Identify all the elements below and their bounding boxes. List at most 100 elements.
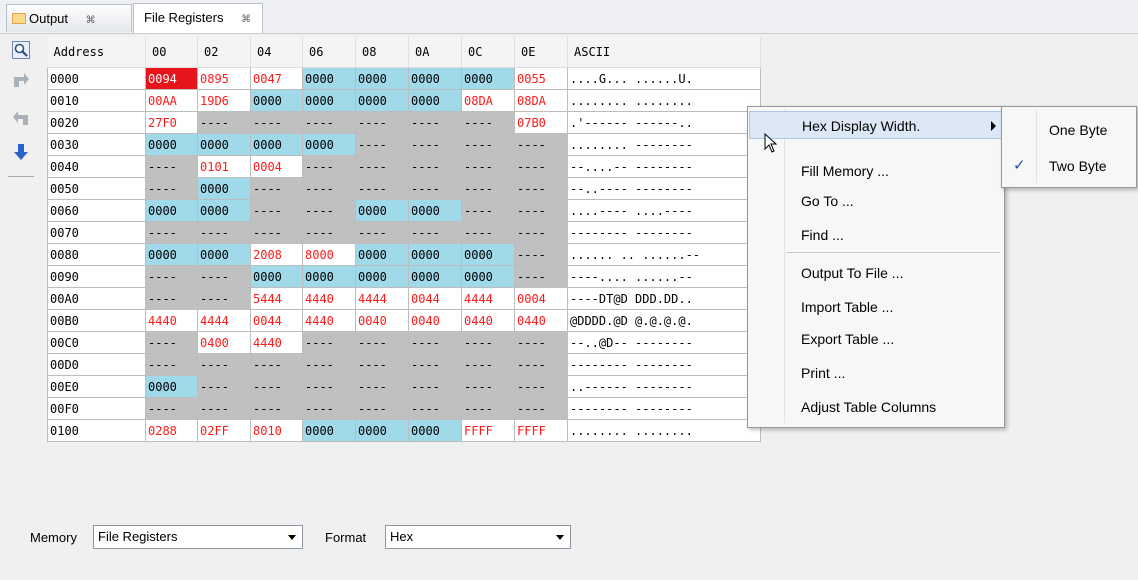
register-cell[interactable]: ---- — [514, 177, 568, 200]
step-over-icon[interactable] — [11, 108, 31, 128]
register-cell[interactable]: 0094 — [145, 67, 198, 90]
register-cell[interactable]: 8000 — [302, 243, 356, 266]
register-cell[interactable]: ---- — [302, 331, 356, 354]
register-cell[interactable]: ---- — [461, 375, 515, 398]
register-cell[interactable]: 0000 — [408, 199, 462, 222]
register-cell[interactable]: ---- — [197, 353, 251, 376]
menu-item-find[interactable]: Find ... — [749, 221, 1003, 249]
register-cell[interactable]: 8010 — [250, 419, 303, 442]
register-cell[interactable]: 4444 — [461, 287, 515, 310]
column-header-offset[interactable]: 0A — [408, 37, 462, 68]
register-cell[interactable]: ---- — [250, 111, 303, 134]
register-cell[interactable]: 0047 — [250, 67, 303, 90]
register-cell[interactable]: 0000 — [145, 375, 198, 398]
register-cell[interactable]: 0000 — [408, 265, 462, 288]
column-header-offset[interactable]: 00 — [145, 37, 198, 68]
register-cell[interactable]: ---- — [514, 397, 568, 420]
column-header-offset[interactable]: 06 — [302, 37, 356, 68]
register-cell[interactable]: ---- — [408, 111, 462, 134]
register-cell[interactable]: ---- — [197, 375, 251, 398]
register-cell[interactable]: ---- — [461, 133, 515, 156]
menu-item-adjust-table-columns[interactable]: Adjust Table Columns — [749, 393, 1003, 421]
register-cell[interactable]: ---- — [355, 221, 409, 244]
register-cell[interactable]: ---- — [197, 111, 251, 134]
register-cell[interactable]: ---- — [197, 287, 251, 310]
register-cell[interactable]: 0000 — [302, 419, 356, 442]
register-cell[interactable]: FFFF — [461, 419, 515, 442]
register-cell[interactable]: 0000 — [461, 265, 515, 288]
register-cell[interactable]: ---- — [250, 199, 303, 222]
register-cell[interactable]: ---- — [461, 155, 515, 178]
register-cell[interactable]: 0000 — [355, 265, 409, 288]
register-cell[interactable]: ---- — [302, 177, 356, 200]
register-cell[interactable]: 0400 — [197, 331, 251, 354]
register-cell[interactable]: ---- — [145, 397, 198, 420]
column-header-ascii[interactable]: ASCII — [567, 37, 761, 68]
register-cell[interactable]: 0000 — [461, 67, 515, 90]
submenu-item-two-byte[interactable]: ✓ Two Byte — [1003, 151, 1135, 181]
register-cell[interactable]: 0000 — [355, 89, 409, 112]
register-cell[interactable]: 0000 — [461, 243, 515, 266]
register-cell[interactable]: ---- — [514, 353, 568, 376]
column-header-address[interactable]: Address — [47, 37, 146, 68]
register-cell[interactable]: 0000 — [302, 67, 356, 90]
register-cell[interactable]: 0000 — [302, 133, 356, 156]
register-cell[interactable]: 0000 — [302, 89, 356, 112]
tab-file-registers[interactable]: File Registers ⌘ — [133, 3, 263, 33]
register-cell[interactable]: ---- — [408, 331, 462, 354]
register-cell[interactable]: ---- — [302, 199, 356, 222]
register-cell[interactable]: 02FF — [197, 419, 251, 442]
register-cell[interactable]: ---- — [355, 353, 409, 376]
register-cell[interactable]: ---- — [408, 397, 462, 420]
register-cell[interactable]: 0004 — [514, 287, 568, 310]
format-select[interactable]: Hex — [385, 525, 571, 549]
register-cell[interactable]: ---- — [461, 177, 515, 200]
column-header-offset[interactable]: 02 — [197, 37, 251, 68]
register-cell[interactable]: 0000 — [355, 243, 409, 266]
register-cell[interactable]: ---- — [302, 221, 356, 244]
register-cell[interactable]: 27F0 — [145, 111, 198, 134]
register-cell[interactable]: ---- — [250, 177, 303, 200]
register-cell[interactable]: ---- — [250, 353, 303, 376]
register-cell[interactable]: 4444 — [197, 309, 251, 332]
register-cell[interactable]: ---- — [514, 199, 568, 222]
register-cell[interactable]: 0000 — [197, 133, 251, 156]
register-cell[interactable]: 0000 — [145, 243, 198, 266]
register-cell[interactable]: ---- — [514, 265, 568, 288]
register-cell[interactable]: 0000 — [145, 199, 198, 222]
register-cell[interactable]: ---- — [355, 375, 409, 398]
register-cell[interactable]: 0000 — [145, 133, 198, 156]
register-cell[interactable]: FFFF — [514, 419, 568, 442]
register-cell[interactable]: ---- — [145, 177, 198, 200]
menu-item-fill-memory[interactable]: Fill Memory ... — [749, 157, 1003, 185]
register-cell[interactable]: ---- — [250, 375, 303, 398]
register-cell[interactable]: ---- — [355, 331, 409, 354]
register-cell[interactable]: ---- — [145, 331, 198, 354]
register-cell[interactable]: 0000 — [302, 265, 356, 288]
register-cell[interactable]: 0101 — [197, 155, 251, 178]
menu-item-output-to-file[interactable]: Output To File ... — [749, 259, 1003, 287]
register-cell[interactable]: 0044 — [408, 287, 462, 310]
column-header-offset[interactable]: 04 — [250, 37, 303, 68]
close-icon[interactable]: ⌘ — [241, 6, 251, 34]
register-cell[interactable]: 0000 — [355, 199, 409, 222]
register-cell[interactable]: ---- — [461, 353, 515, 376]
register-cell[interactable]: 08DA — [514, 89, 568, 112]
register-cell[interactable]: ---- — [408, 375, 462, 398]
register-cell[interactable]: ---- — [302, 155, 356, 178]
register-cell[interactable]: ---- — [302, 375, 356, 398]
register-cell[interactable]: 0440 — [461, 309, 515, 332]
register-cell[interactable]: 19D6 — [197, 89, 251, 112]
register-cell[interactable]: ---- — [514, 133, 568, 156]
close-icon[interactable]: ⌘ — [86, 7, 96, 35]
register-cell[interactable]: 4440 — [302, 287, 356, 310]
register-cell[interactable]: ---- — [514, 375, 568, 398]
register-cell[interactable]: ---- — [408, 221, 462, 244]
register-cell[interactable]: 4440 — [145, 309, 198, 332]
arrow-down-icon[interactable] — [11, 142, 31, 162]
register-cell[interactable]: ---- — [355, 133, 409, 156]
column-header-offset[interactable]: 0C — [461, 37, 515, 68]
search-icon[interactable] — [11, 40, 31, 60]
register-cell[interactable]: 0000 — [408, 419, 462, 442]
register-cell[interactable]: ---- — [355, 177, 409, 200]
